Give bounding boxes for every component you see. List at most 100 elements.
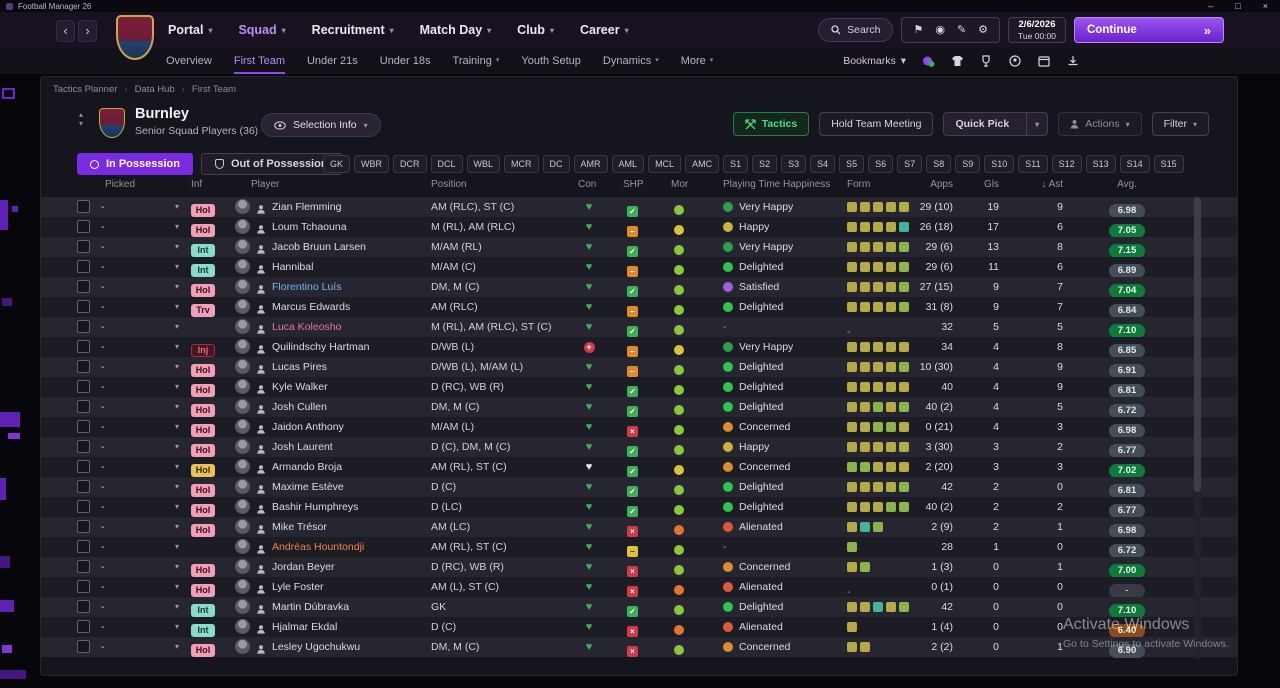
table-row[interactable]: - ▾ Trv Marcus Edwards AM (RLC) ♥ – Delig…	[41, 297, 1237, 318]
picked-dropdown[interactable]: - ▾	[101, 257, 179, 277]
player-name[interactable]: Zian Flemming	[272, 197, 428, 217]
player-name[interactable]: Lucas Pires	[272, 357, 428, 377]
tab-youth-setup[interactable]: Youth Setup	[521, 48, 581, 74]
position-pill-gk[interactable]: GK	[323, 155, 351, 173]
scrollbar-thumb[interactable]	[1194, 197, 1201, 492]
player-name[interactable]: Jordan Beyer	[272, 557, 428, 577]
position-pill-s14[interactable]: S14	[1119, 155, 1150, 173]
row-checkbox[interactable]	[77, 540, 90, 553]
table-row[interactable]: - ▾ Hol Jordan Beyer D (RC), WB (R) ♥ × C…	[41, 557, 1237, 578]
position-pill-aml[interactable]: AML	[611, 155, 645, 173]
position-pill-s8[interactable]: S8	[926, 155, 952, 173]
maximize-button[interactable]: □	[1235, 0, 1240, 12]
col-con[interactable]: Con	[578, 179, 596, 190]
player-name[interactable]: Hjalmar Ekdal	[272, 617, 428, 637]
picked-dropdown[interactable]: - ▾	[101, 397, 179, 417]
out-of-possession-toggle[interactable]: Out of Possession	[200, 153, 342, 175]
inbox-download-icon[interactable]	[1066, 54, 1080, 68]
tactics-button[interactable]: Tactics	[732, 112, 810, 136]
position-pill-amr[interactable]: AMR	[573, 155, 608, 173]
table-row[interactable]: - ▾ Andréas Hountondji AM (RL), ST (C) ♥ …	[41, 537, 1237, 558]
player-name[interactable]: Florentino Luís	[272, 277, 428, 297]
player-name[interactable]: Mike Trésor	[272, 517, 428, 537]
col-gls[interactable]: Gls	[967, 179, 999, 190]
row-checkbox[interactable]	[77, 600, 90, 613]
in-possession-toggle[interactable]: In Possession	[77, 153, 193, 175]
player-name[interactable]: Lyle Foster	[272, 577, 428, 597]
table-row[interactable]: - ▾ Luca Koleosho M (RL), AM (RLC), ST (C…	[41, 317, 1237, 338]
col-form[interactable]: Form	[847, 179, 870, 190]
tab-training[interactable]: Training ▾	[453, 48, 500, 74]
picked-dropdown[interactable]: - ▾	[101, 377, 179, 397]
table-row[interactable]: - ▾ Hol Josh Laurent D (C), DM, M (C) ♥ ✓…	[41, 437, 1237, 458]
position-pill-wbl[interactable]: WBL	[466, 155, 501, 173]
col-apps[interactable]: Apps	[897, 179, 953, 190]
table-row[interactable]: - ▾ Int Hjalmar Ekdal D (C) ♥ × Alienated…	[41, 617, 1237, 638]
player-name[interactable]: Armando Broja	[272, 457, 428, 477]
row-checkbox[interactable]	[77, 340, 90, 353]
player-name[interactable]: Lesley Ugochukwu	[272, 637, 428, 657]
breadcrumb-item[interactable]: Data Hub	[135, 84, 175, 95]
picked-dropdown[interactable]: - ▾	[101, 537, 179, 557]
position-pill-s15[interactable]: S15	[1153, 155, 1184, 173]
picked-dropdown[interactable]: - ▾	[101, 297, 179, 317]
row-checkbox[interactable]	[77, 580, 90, 593]
table-row[interactable]: - ▾ Hol Loum Tchaouna M (RL), AM (RLC) ♥ …	[41, 217, 1237, 238]
player-name[interactable]: Quilindschy Hartman	[272, 337, 428, 357]
col-player[interactable]: Player	[251, 179, 279, 190]
row-checkbox[interactable]	[77, 520, 90, 533]
position-pill-s4[interactable]: S4	[810, 155, 836, 173]
tab-more[interactable]: More ▾	[681, 48, 714, 74]
position-pill-dcl[interactable]: DCL	[430, 155, 463, 173]
table-row[interactable]: - ▾ Int Martin Dúbravka GK ♥ ✓ Delighted …	[41, 597, 1237, 618]
tab-overview[interactable]: Overview	[166, 48, 212, 74]
col-ast[interactable]: ↓ Ast	[1009, 179, 1063, 190]
player-name[interactable]: Martin Dúbravka	[272, 597, 428, 617]
row-checkbox[interactable]	[77, 640, 90, 653]
player-name[interactable]: Jacob Bruun Larsen	[272, 237, 428, 257]
picked-dropdown[interactable]: - ▾	[101, 437, 179, 457]
bookmarks-dropdown[interactable]: Bookmarks ▾	[843, 55, 906, 67]
position-pill-s3[interactable]: S3	[781, 155, 807, 173]
back-button[interactable]: ‹	[56, 20, 75, 42]
minimize-button[interactable]: –	[1208, 0, 1213, 12]
row-checkbox[interactable]	[77, 380, 90, 393]
panel-collapse-arrows[interactable]: ▴ ▾	[79, 110, 83, 128]
position-pill-s2[interactable]: S2	[752, 155, 778, 173]
picked-dropdown[interactable]: - ▾	[101, 217, 179, 237]
picked-dropdown[interactable]: - ▾	[101, 597, 179, 617]
menu-club[interactable]: Club ▾	[517, 23, 554, 37]
position-pill-s12[interactable]: S12	[1051, 155, 1082, 173]
row-checkbox[interactable]	[77, 500, 90, 513]
player-name[interactable]: Kyle Walker	[272, 377, 428, 397]
picked-dropdown[interactable]: - ▾	[101, 357, 179, 377]
manager-face-icon[interactable]	[1008, 54, 1022, 68]
picked-dropdown[interactable]: - ▾	[101, 557, 179, 577]
menu-squad[interactable]: Squad ▾	[238, 23, 285, 37]
position-pill-s7[interactable]: S7	[897, 155, 923, 173]
picked-dropdown[interactable]: - ▾	[101, 237, 179, 257]
table-row[interactable]: - ▾ Hol Bashir Humphreys D (LC) ♥ ✓ Delig…	[41, 497, 1237, 518]
position-pill-s10[interactable]: S10	[984, 155, 1015, 173]
tab-first-team[interactable]: First Team	[234, 48, 285, 74]
picked-dropdown[interactable]: - ▾	[101, 417, 179, 437]
picked-dropdown[interactable]: - ▾	[101, 637, 179, 657]
menu-recruitment[interactable]: Recruitment ▾	[312, 23, 394, 37]
player-name[interactable]: Bashir Humphreys	[272, 497, 428, 517]
tab-under-18s[interactable]: Under 18s	[380, 48, 431, 74]
picked-dropdown[interactable]: - ▾	[101, 477, 179, 497]
col-mor[interactable]: Mor	[671, 179, 688, 190]
settings-gear-icon[interactable]: ⚙	[978, 17, 988, 43]
col-avg[interactable]: Avg.	[1107, 179, 1147, 190]
breadcrumb-item[interactable]: Tactics Planner	[53, 84, 117, 95]
picked-dropdown[interactable]: - ▾	[101, 517, 179, 537]
col-picked[interactable]: Picked	[105, 179, 135, 190]
row-checkbox[interactable]	[77, 240, 90, 253]
row-checkbox[interactable]	[77, 420, 90, 433]
position-pill-s11[interactable]: S11	[1018, 155, 1048, 173]
menu-match-day[interactable]: Match Day ▾	[420, 23, 492, 37]
player-name[interactable]: Andréas Hountondji	[272, 537, 428, 557]
picked-dropdown[interactable]: - ▾	[101, 277, 179, 297]
player-name[interactable]: Josh Cullen	[272, 397, 428, 417]
breadcrumb-item[interactable]: First Team	[192, 84, 236, 95]
